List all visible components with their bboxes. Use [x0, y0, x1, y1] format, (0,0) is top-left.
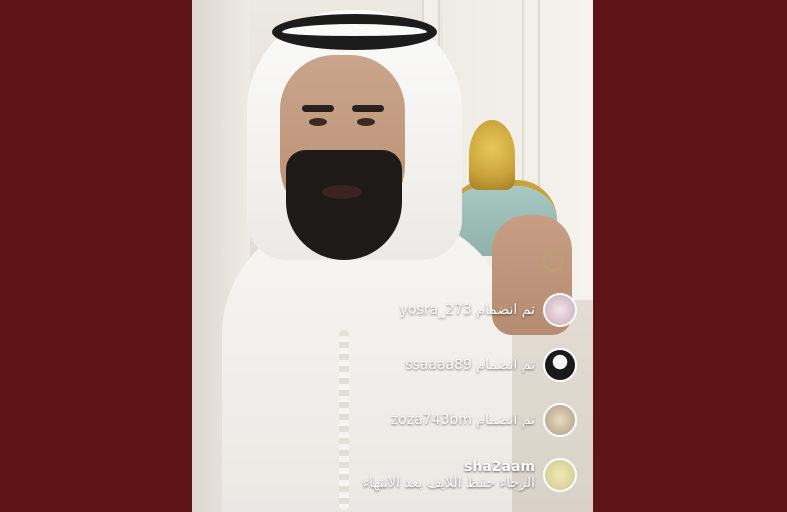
- comment-text: الرجاء حفظ اللايف بعد الانتهاء: [362, 475, 535, 491]
- eye: [357, 118, 375, 126]
- eye: [309, 118, 327, 126]
- user-avatar-icon[interactable]: [543, 458, 577, 492]
- join-notice-text: تم انضمام yosra_273: [399, 302, 535, 318]
- ring-held: [542, 250, 564, 272]
- user-avatar-icon[interactable]: [543, 403, 577, 437]
- join-notice[interactable]: تم انضمام yosra_273: [400, 293, 577, 327]
- user-avatar-icon[interactable]: [543, 293, 577, 327]
- join-notice-text: تم انضمام ssaaaa89: [405, 357, 535, 373]
- person-mouth: [322, 185, 362, 199]
- user-avatar-icon[interactable]: [543, 348, 577, 382]
- join-notice[interactable]: تم انضمام zoza743bm: [391, 403, 577, 437]
- comment-message[interactable]: sha2aam الرجاء حفظ اللايف بعد الانتهاء: [363, 458, 577, 492]
- chair-crown: [469, 120, 515, 190]
- person-igal: [272, 14, 437, 50]
- kandura-tassel: [339, 330, 349, 510]
- eyebrow: [302, 105, 334, 112]
- join-notice-text: تم انضمام zoza743bm: [390, 412, 535, 428]
- join-notice[interactable]: تم انضمام ssaaaa89: [405, 348, 577, 382]
- comment-username[interactable]: sha2aam: [464, 459, 535, 475]
- eyebrow: [352, 105, 384, 112]
